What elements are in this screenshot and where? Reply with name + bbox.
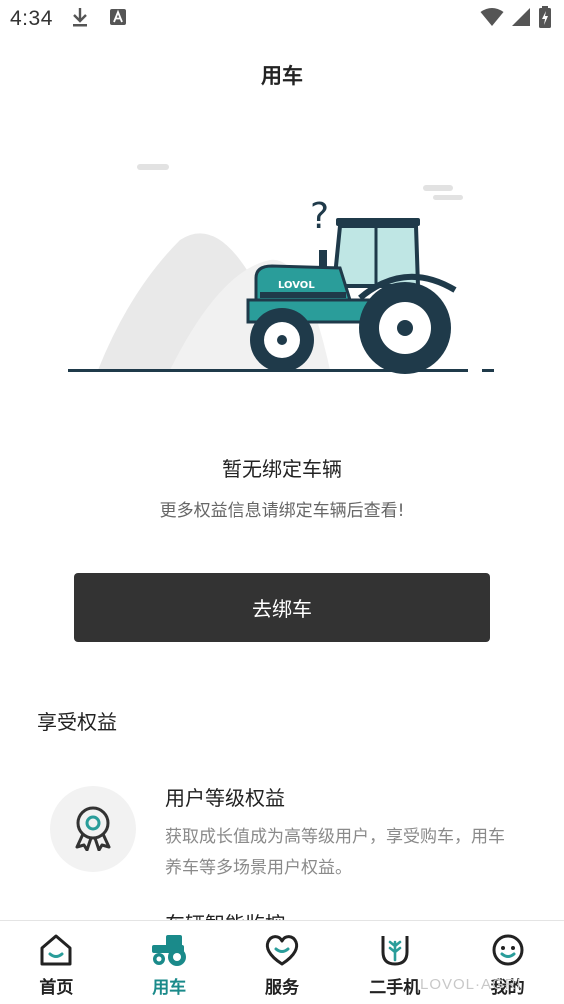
question-mark: ?	[310, 196, 329, 237]
bind-vehicle-button[interactable]: 去绑车	[74, 573, 490, 642]
page-title: 用车	[261, 64, 303, 88]
a-badge-icon	[109, 8, 127, 30]
signal-icon	[510, 7, 532, 31]
home-icon	[37, 931, 75, 969]
wifi-icon	[480, 7, 504, 31]
empty-state-subtitle: 更多权益信息请绑定车辆后查看!	[159, 501, 405, 521]
download-icon	[71, 6, 89, 32]
status-time: 4:34	[10, 7, 53, 30]
nav-item-service[interactable]: 服务	[226, 921, 339, 1004]
empty-state-illustration: ? LOVOL	[60, 150, 510, 390]
benefit-title: 用户等级权益	[165, 786, 285, 810]
nav-item-home[interactable]: 首页	[0, 921, 113, 1004]
brand-text: LOVOL	[278, 280, 315, 291]
nav-item-vehicle[interactable]: 用车	[113, 921, 226, 1004]
benefit-item[interactable]: 用户等级权益 获取成长值成为高等级用户，享受购车，用车养车等多场景用户权益。	[0, 770, 564, 890]
empty-state-title: 暂无绑定车辆	[222, 457, 342, 481]
nav-label-service: 服务	[264, 978, 299, 998]
battery-icon	[538, 6, 552, 32]
watermark: LOVOL·AGRI	[420, 976, 522, 993]
tractor-icon	[150, 931, 188, 969]
wheat-icon	[376, 931, 414, 969]
benefit-description: 获取成长值成为高等级用户，享受购车，用车养车等多场景用户权益。	[165, 827, 505, 878]
nav-label-home: 首页	[39, 978, 74, 998]
medal-icon	[71, 803, 115, 855]
heart-service-icon	[263, 931, 301, 969]
status-bar: 4:34	[0, 0, 564, 38]
profile-face-icon	[489, 931, 527, 969]
nav-label-vehicle: 用车	[152, 978, 187, 998]
nav-label-used-machines: 二手机	[369, 978, 421, 998]
benefit-icon-circle	[50, 786, 136, 872]
benefits-section-title: 享受权益	[37, 710, 117, 734]
